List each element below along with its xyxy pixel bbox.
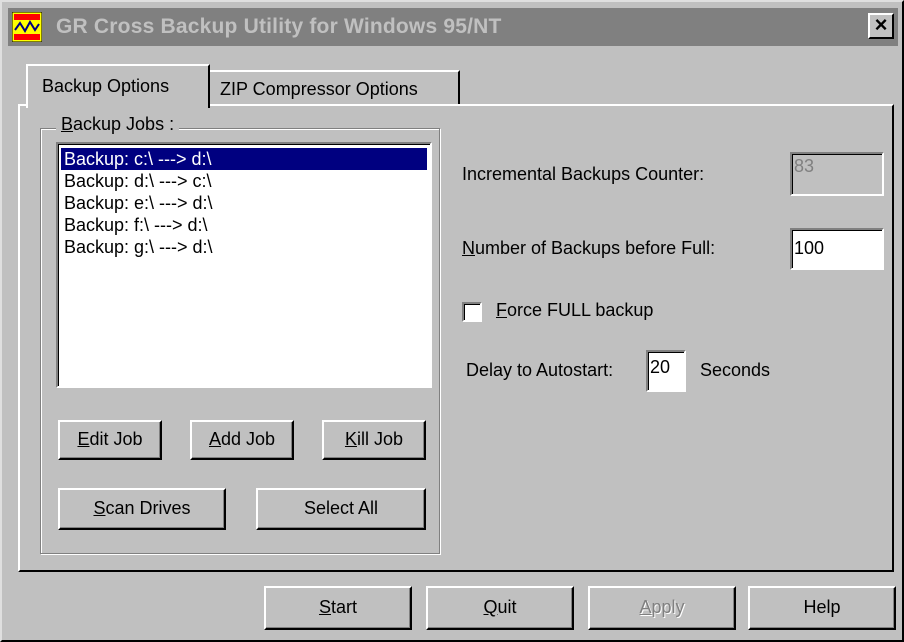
- list-item[interactable]: Backup: d:\ ---> c:\: [61, 170, 427, 192]
- scan-drives-button[interactable]: Scan Drives: [58, 488, 226, 530]
- kill-job-button[interactable]: Kill Job: [322, 420, 426, 460]
- close-icon: ×: [874, 12, 888, 37]
- force-full-label[interactable]: Force FULL backup: [496, 300, 653, 321]
- start-button[interactable]: Start: [264, 586, 412, 630]
- tab-backup-options[interactable]: Backup Options: [26, 64, 210, 108]
- backups-before-full-label: Number of Backups before Full:: [462, 238, 716, 258]
- delay-autostart-label: Delay to Autostart:: [466, 360, 614, 380]
- backup-jobs-label: Backup Jobs :: [56, 114, 180, 135]
- add-job-button[interactable]: Add Job: [190, 420, 294, 460]
- delay-autostart-field[interactable]: 20: [646, 350, 686, 392]
- list-item[interactable]: Backup: g:\ ---> d:\: [61, 236, 427, 258]
- list-item[interactable]: Backup: c:\ ---> d:\: [61, 148, 427, 170]
- close-button[interactable]: ×: [868, 13, 894, 39]
- incremental-counter-label: Incremental Backups Counter:: [462, 164, 705, 184]
- backup-jobs-list[interactable]: Backup: c:\ ---> d:\ Backup: d:\ ---> c:…: [56, 142, 432, 388]
- app-window: GR Cross Backup Utility for Windows 95/N…: [0, 0, 904, 642]
- app-icon[interactable]: [12, 12, 42, 42]
- tab-zip-compressor-options[interactable]: ZIP Compressor Options: [208, 70, 460, 104]
- force-full-checkbox[interactable]: [462, 302, 482, 322]
- list-item[interactable]: Backup: e:\ ---> d:\: [61, 192, 427, 214]
- edit-job-button[interactable]: Edit Job: [58, 420, 162, 460]
- list-item[interactable]: Backup: f:\ ---> d:\: [61, 214, 427, 236]
- delay-unit-label: Seconds: [700, 360, 771, 380]
- incremental-counter-field: 83: [790, 152, 884, 196]
- quit-button[interactable]: Quit: [426, 586, 574, 630]
- select-all-button[interactable]: Select All: [256, 488, 426, 530]
- help-button[interactable]: Help: [748, 586, 896, 630]
- title-bar[interactable]: GR Cross Backup Utility for Windows 95/N…: [8, 8, 898, 46]
- window-title: GR Cross Backup Utility for Windows 95/N…: [56, 15, 502, 38]
- apply-button[interactable]: Apply: [588, 586, 736, 630]
- backups-before-full-field[interactable]: 100: [790, 228, 884, 270]
